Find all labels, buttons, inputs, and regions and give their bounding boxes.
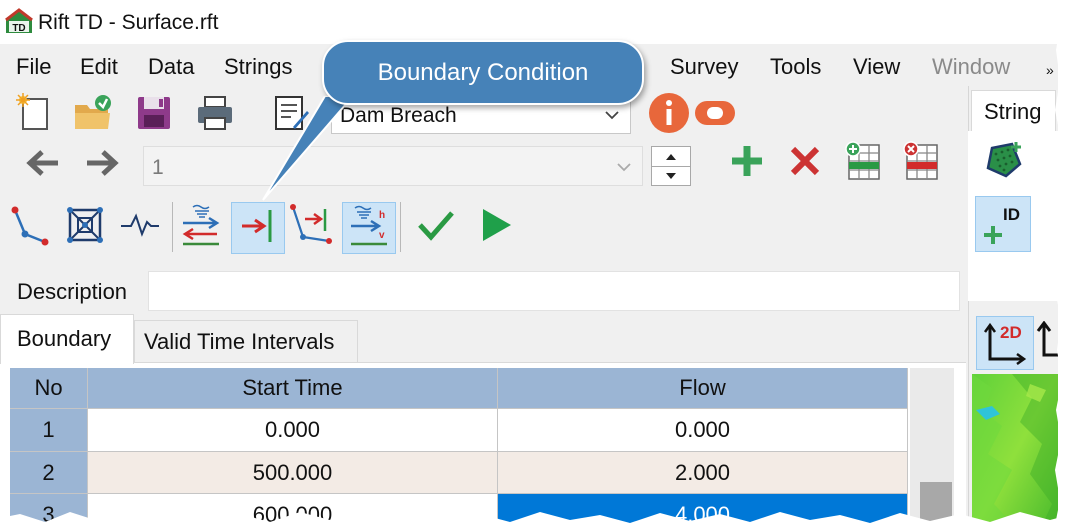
table-cell[interactable]: 500.000 <box>88 452 498 494</box>
add-id-button[interactable]: ID <box>975 196 1031 252</box>
torn-edge-bottom <box>0 512 1069 530</box>
forward-arrow-icon <box>84 148 120 183</box>
view-2d-label: 2D <box>1000 323 1022 342</box>
toggle-icon <box>693 98 737 133</box>
column-header-no[interactable]: No <box>10 368 88 409</box>
menu-strings[interactable]: Strings <box>224 54 292 80</box>
menu-data[interactable]: Data <box>148 54 194 80</box>
mesh-button[interactable] <box>62 204 108 250</box>
table-cell[interactable]: 0.000 <box>88 409 498 452</box>
menu-file[interactable]: File <box>16 54 51 80</box>
save-icon <box>135 94 173 137</box>
callout-boundary-condition: Boundary Condition <box>322 40 644 105</box>
delete-button[interactable] <box>782 140 828 186</box>
row-number[interactable]: 1 <box>10 409 88 452</box>
tab-string[interactable]: String <box>971 90 1056 132</box>
run-button[interactable] <box>472 204 518 250</box>
new-file-button[interactable] <box>11 92 57 138</box>
stepper-down-button[interactable] <box>652 166 690 185</box>
profile-icon <box>119 210 161 245</box>
table-cell[interactable]: 0.000 <box>498 409 908 452</box>
description-label: Description <box>17 279 128 304</box>
title-bar: TD Rift TD - Surface.rft <box>0 0 1058 44</box>
inflow-button[interactable] <box>178 204 224 250</box>
mesh-icon <box>65 205 105 250</box>
add-id-icon: ID <box>981 202 1025 246</box>
info-button[interactable] <box>646 92 692 138</box>
forward-button[interactable] <box>79 142 125 188</box>
chevron-down-icon <box>604 105 620 129</box>
water-level-button[interactable]: h v <box>342 202 396 254</box>
open-button[interactable] <box>70 92 116 138</box>
check-button[interactable] <box>413 204 459 250</box>
description-input[interactable] <box>148 271 960 311</box>
column-header-flow[interactable]: Flow <box>498 368 908 409</box>
open-folder-icon <box>72 93 114 138</box>
add-button[interactable] <box>724 140 770 186</box>
index-stepper[interactable] <box>651 146 691 186</box>
table-cell[interactable]: 2.000 <box>498 452 908 494</box>
add-row-grid-icon <box>843 140 883 186</box>
tab-valid-time-intervals[interactable]: Valid Time Intervals <box>134 320 358 362</box>
menu-window: Window <box>932 54 1011 79</box>
axes-2d-icon: 2D <box>982 321 1028 365</box>
stepper-up-button[interactable] <box>652 147 690 167</box>
menu-survey[interactable]: Survey <box>670 54 738 80</box>
torn-edge-right <box>1054 0 1069 530</box>
run-icon <box>477 206 513 249</box>
caret-down-icon <box>666 172 676 179</box>
column-header-start-time[interactable]: Start Time <box>88 368 498 409</box>
info-icon <box>648 92 690 139</box>
back-button[interactable] <box>20 142 66 188</box>
view-2d-button[interactable]: 2D <box>976 316 1034 370</box>
index-value: 1 <box>152 156 164 179</box>
svg-text:TD: TD <box>12 23 25 34</box>
caret-up-icon <box>666 153 676 160</box>
delete-row-grid-icon <box>901 140 941 186</box>
toggle-button[interactable] <box>692 92 738 138</box>
add-polygon-button[interactable] <box>978 136 1030 188</box>
svg-text:v: v <box>379 230 385 241</box>
print-icon <box>195 94 235 137</box>
back-arrow-icon <box>25 148 61 183</box>
boundary-condition-icon <box>238 206 278 251</box>
boundary-condition-button[interactable] <box>231 202 285 254</box>
internal-boundary-icon <box>289 203 333 252</box>
polyline-icon <box>9 204 51 251</box>
new-file-icon <box>14 92 54 138</box>
add-row-button[interactable] <box>840 140 886 186</box>
add-icon <box>729 143 765 184</box>
row-number[interactable]: 2 <box>10 452 88 494</box>
window-title: Rift TD - Surface.rft <box>38 11 219 34</box>
index-select: 1 <box>143 146 643 186</box>
delete-icon <box>789 145 821 182</box>
polygon-add-icon <box>982 138 1026 187</box>
id-label: ID <box>1003 205 1020 224</box>
menu-tools[interactable]: Tools <box>770 54 821 80</box>
app-logo-icon: TD <box>4 8 34 34</box>
toolbar-separator <box>172 202 173 252</box>
check-icon <box>416 207 456 248</box>
callout-pointer <box>262 96 355 201</box>
delete-row-button[interactable] <box>898 140 944 186</box>
tab-boundary[interactable]: Boundary <box>0 314 134 364</box>
menu-view[interactable]: View <box>853 54 900 80</box>
polyline-button[interactable] <box>7 204 53 250</box>
tab-string-label: String <box>984 99 1042 124</box>
save-button[interactable] <box>131 92 177 138</box>
callout-text: Boundary Condition <box>377 58 589 86</box>
print-button[interactable] <box>192 92 238 138</box>
svg-text:h: h <box>379 210 385 221</box>
water-level-icon: h v <box>347 204 391 253</box>
profile-button[interactable] <box>117 204 163 250</box>
inflow-icon <box>179 203 223 252</box>
menu-edit[interactable]: Edit <box>80 54 118 80</box>
chevron-down-icon <box>616 157 632 181</box>
toolbar-separator <box>400 202 401 252</box>
tab-boundary-label: Boundary <box>17 326 112 351</box>
internal-boundary-button[interactable] <box>288 203 334 252</box>
tab-valid-time-intervals-label: Valid Time Intervals <box>144 329 335 354</box>
